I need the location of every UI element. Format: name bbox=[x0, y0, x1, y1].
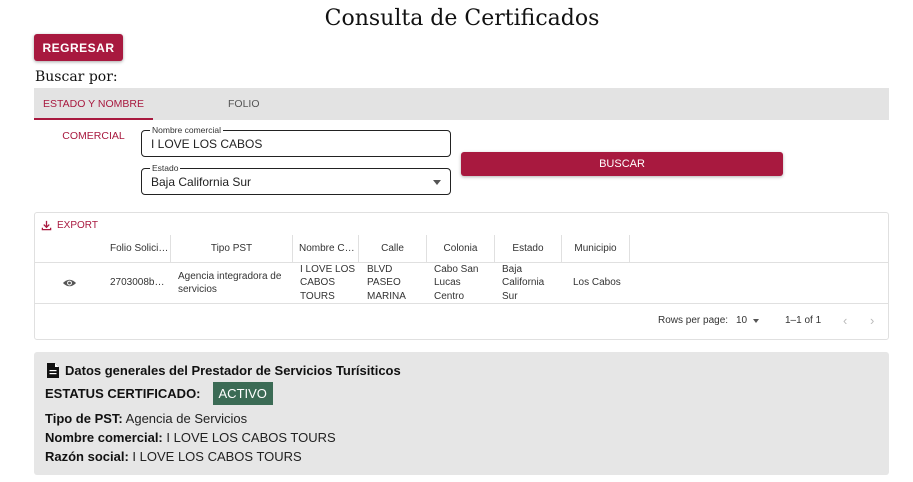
nombre-comercial-field[interactable]: Nombre comercial I LOVE LOS CABOS bbox=[141, 125, 451, 157]
tab-folio[interactable]: FOLIO bbox=[228, 88, 260, 120]
pagination-range: 1–1 of 1 bbox=[785, 315, 822, 326]
column-header-calle[interactable]: Calle bbox=[359, 235, 427, 262]
cell-calle: BLVD PASEO MARINA bbox=[367, 263, 406, 302]
nombre-comercial-label: Nombre comercial bbox=[150, 125, 223, 135]
view-row-button[interactable] bbox=[60, 263, 78, 303]
razon-social-value: I LOVE LOS CABOS TOURS bbox=[132, 449, 302, 464]
column-header-municipio[interactable]: Municipio bbox=[562, 235, 630, 262]
tipo-pst-label: Tipo de PST: bbox=[45, 411, 123, 426]
column-header-colonia[interactable]: Colonia bbox=[427, 235, 495, 262]
cell-tipo-pst: Agencia integradora de servicios bbox=[178, 270, 282, 296]
search-tabs: ESTADO Y NOMBRE COMERCIAL FOLIO bbox=[34, 88, 889, 142]
rows-per-page-label: Rows per page: bbox=[658, 315, 729, 326]
estado-value: Baja California Sur bbox=[151, 175, 252, 189]
razon-social-label: Razón social: bbox=[45, 449, 129, 464]
rows-per-page-select[interactable]: 10 bbox=[736, 315, 760, 326]
tab-estado-nombre[interactable]: ESTADO Y NOMBRE COMERCIAL bbox=[34, 88, 153, 142]
eye-icon bbox=[62, 279, 76, 287]
back-button[interactable]: REGRESAR bbox=[34, 34, 123, 61]
status-badge: ACTIVO bbox=[212, 382, 273, 405]
estado-label: Estado bbox=[150, 163, 181, 173]
cell-municipio: Los Cabos bbox=[573, 277, 621, 289]
status-line: ESTATUS CERTIFICADO: ACTIVO bbox=[45, 382, 273, 405]
search-button[interactable]: BUSCAR bbox=[461, 152, 783, 176]
column-header-folio[interactable]: Folio Solici… bbox=[103, 235, 171, 262]
nombre-comercial-detail-value: I LOVE LOS CABOS TOURS bbox=[166, 430, 336, 445]
nombre-comercial-line: Nombre comercial: I LOVE LOS CABOS TOURS bbox=[45, 430, 336, 445]
tipo-pst-line: Tipo de PST: Agencia de Servicios bbox=[45, 411, 247, 426]
status-label: ESTATUS CERTIFICADO: bbox=[45, 386, 201, 401]
column-header-estado[interactable]: Estado bbox=[495, 235, 562, 262]
export-button[interactable]: EXPORT bbox=[41, 220, 98, 231]
export-label: EXPORT bbox=[57, 220, 98, 231]
provider-details-panel: Datos generales del Prestador de Servici… bbox=[34, 352, 889, 475]
nombre-comercial-value: I LOVE LOS CABOS bbox=[151, 137, 263, 151]
cell-nombre: I LOVE LOS CABOS TOURS bbox=[300, 263, 356, 302]
nombre-comercial-detail-label: Nombre comercial: bbox=[45, 430, 163, 445]
razon-social-line: Razón social: I LOVE LOS CABOS TOURS bbox=[45, 449, 302, 464]
estado-select[interactable]: Estado Baja California Sur bbox=[141, 163, 451, 195]
cell-folio: 2703008b… bbox=[110, 277, 165, 289]
chevron-down-icon bbox=[753, 318, 760, 323]
results-grid: EXPORT Folio Solici… Tipo PST Nombre C… … bbox=[34, 212, 889, 340]
panel-title-text: Datos generales del Prestador de Servici… bbox=[65, 363, 401, 378]
dropdown-caret-icon bbox=[433, 180, 441, 185]
document-icon bbox=[47, 363, 59, 378]
page-title: Consulta de Certificados bbox=[324, 6, 600, 31]
cell-colonia: Cabo San Lucas Centro bbox=[434, 263, 479, 302]
row-divider bbox=[35, 303, 888, 304]
cell-estado: Baja California Sur bbox=[502, 263, 545, 302]
chevron-left-icon[interactable]: ‹ bbox=[843, 313, 847, 328]
download-icon bbox=[41, 220, 52, 231]
panel-title: Datos generales del Prestador de Servici… bbox=[47, 363, 401, 378]
tipo-pst-value: Agencia de Servicios bbox=[125, 411, 248, 426]
column-header-nombre[interactable]: Nombre C… bbox=[293, 235, 359, 262]
chevron-right-icon[interactable]: › bbox=[870, 313, 874, 328]
search-by-heading: Buscar por: bbox=[35, 69, 118, 85]
column-header-tipo-pst[interactable]: Tipo PST bbox=[171, 235, 293, 262]
rows-per-page-value: 10 bbox=[736, 315, 748, 326]
